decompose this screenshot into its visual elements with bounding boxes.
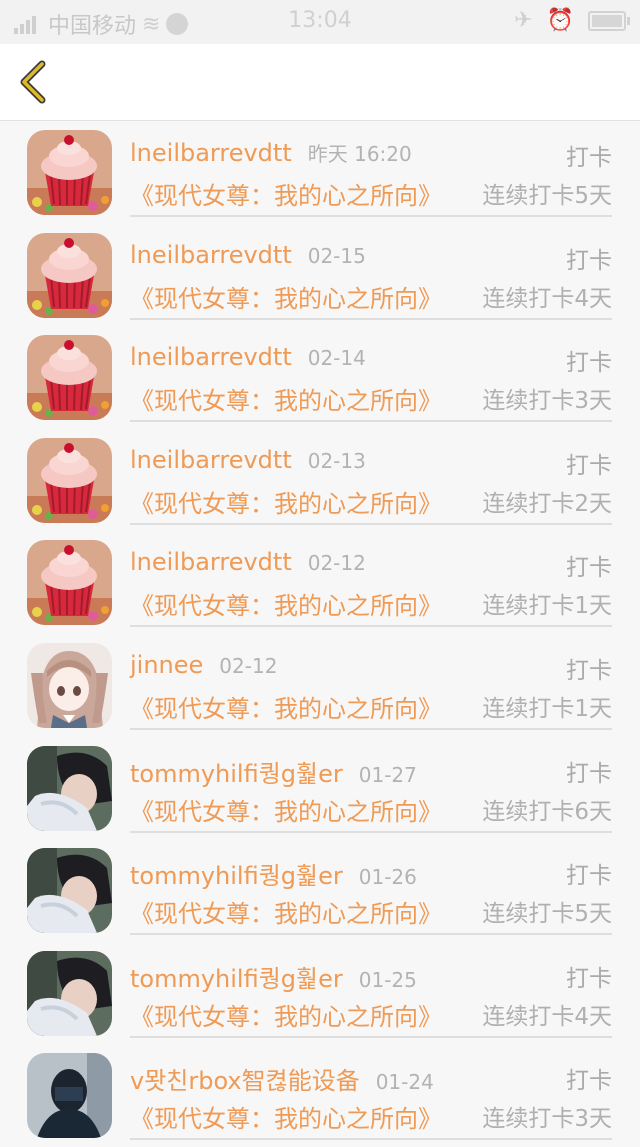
username[interactable]: lneilbarrevdtt — [130, 446, 292, 474]
chevron-left-icon — [20, 60, 46, 104]
battery-icon — [588, 10, 630, 31]
user-avatar[interactable] — [27, 1053, 112, 1139]
username[interactable]: lneilbarrevdtt — [130, 241, 292, 269]
streak-count: 连续打卡5天 — [482, 901, 612, 928]
streak-count: 连续打卡5天 — [482, 183, 612, 209]
checkin-tag: 打卡 — [566, 247, 612, 274]
checkin-date: 01-27 — [358, 762, 417, 787]
username[interactable]: lneilbarrevdtt — [130, 548, 292, 576]
user-avatar[interactable] — [27, 848, 112, 934]
streak-count: 连续打卡3天 — [482, 388, 612, 415]
checkin-tag: 打卡 — [566, 863, 612, 890]
checkin-tag: 打卡 — [566, 657, 612, 684]
checkin-row[interactable]: tommyhilfi퀑g훭er 01-25 打卡《现代女尊：我的心之所向》 连续打卡4… — [0, 942, 640, 1045]
book-title-link[interactable]: 《现代女尊：我的心之所向》 — [130, 381, 442, 416]
row-content: jinnee 02-12 打卡《现代女尊：我的心之所向》 连续打卡1天 — [130, 634, 612, 730]
checkin-row[interactable]: lneilbarrevdtt 02-15 打卡《现代女尊：我的心之所向》 连续打卡4天 — [0, 224, 640, 327]
book-title-link[interactable]: 《现代女尊：我的心之所向》 — [130, 586, 442, 621]
username-line: tommyhilfi퀑g훭er 01-25 — [130, 959, 417, 994]
streak-count: 连续打卡2天 — [482, 490, 612, 517]
checkin-row[interactable]: tommyhilfi퀑g훭er 01-26 打卡《现代女尊：我的心之所向》 连续打卡5… — [0, 839, 640, 942]
username[interactable]: jinnee — [130, 651, 203, 679]
user-avatar[interactable] — [27, 950, 112, 1036]
username[interactable]: v뫗친rbox智켢能设备 — [130, 1067, 360, 1095]
streak-count: 连续打卡6天 — [482, 798, 612, 825]
checkin-date: 02-13 — [307, 448, 366, 473]
username[interactable]: lneilbarrevdtt — [130, 139, 292, 167]
checkin-date: 01-24 — [375, 1070, 434, 1095]
book-title-link[interactable]: 《现代女尊：我的心之所向》 — [130, 279, 442, 314]
alarm-icon: ⏰ — [546, 8, 574, 33]
checkin-date: 02-15 — [307, 243, 366, 268]
checkin-tag: 打卡 — [566, 1068, 612, 1095]
username-line: lneilbarrevdtt 昨天 16:20 — [130, 138, 412, 167]
mute-icon: ✈ — [514, 8, 533, 33]
row-content: tommyhilfi퀑g훭er 01-26 打卡《现代女尊：我的心之所向》 连续打卡5… — [130, 839, 612, 936]
user-avatar[interactable] — [27, 232, 112, 318]
checkin-row[interactable]: lneilbarrevdtt 昨天 16:20 打卡《现代女尊：我的心之所向》 连续打… — [0, 121, 640, 224]
checkin-tag: 打卡 — [566, 760, 612, 787]
user-avatar[interactable] — [27, 335, 112, 421]
checkin-list: lneilbarrevdtt 昨天 16:20 打卡 《现代女尊：我的心之所向》 连续打… — [0, 121, 640, 1147]
username-line: lneilbarrevdtt 02-13 — [130, 446, 366, 474]
checkin-date: 02-12 — [219, 653, 278, 678]
streak-count: 连续打卡1天 — [482, 695, 612, 722]
streak-count: 连续打卡1天 — [482, 593, 612, 620]
row-content: tommyhilfi퀑g훭er 01-25 打卡《现代女尊：我的心之所向》 连续打卡4… — [130, 942, 612, 1038]
username-line: lneilbarrevdtt 02-15 — [130, 241, 366, 269]
back-button[interactable] — [14, 58, 58, 106]
checkin-date: 01-25 — [358, 967, 417, 992]
status-bar: 中国移动 ≋ 13:04 ✈ ⏰ — [0, 0, 640, 44]
book-title-link[interactable]: 《现代女尊：我的心之所向》 — [130, 1099, 442, 1134]
username-line: tommyhilfi퀑g훭er 01-26 — [130, 856, 417, 891]
row-content: lneilbarrevdtt 02-12 打卡《现代女尊：我的心之所向》 连续打卡1天 — [130, 531, 612, 628]
row-content: v뫗친rbox智켢能设备 01-24 打卡《现代女尊：我的心之所向》 连续打卡3天 — [130, 1044, 612, 1141]
nav-bar — [0, 44, 640, 121]
username[interactable]: tommyhilfi퀑g훭er — [130, 760, 343, 788]
book-title-link[interactable]: 《现代女尊：我的心之所向》 — [130, 792, 442, 827]
checkin-row[interactable]: lneilbarrevdtt 02-14 打卡《现代女尊：我的心之所向》 连续打卡3天 — [0, 326, 640, 429]
user-avatar[interactable] — [27, 437, 112, 523]
checkin-date: 02-14 — [307, 346, 366, 371]
user-avatar[interactable] — [27, 642, 112, 728]
book-title-link[interactable]: 《现代女尊：我的心之所向》 — [130, 176, 442, 211]
row-content: lneilbarrevdtt 02-14 打卡《现代女尊：我的心之所向》 连续打卡3天 — [130, 326, 612, 423]
row-content: lneilbarrevdtt 02-15 打卡《现代女尊：我的心之所向》 连续打卡4天 — [130, 224, 612, 320]
checkin-row[interactable]: tommyhilfi퀑g훭er 01-27 打卡《现代女尊：我的心之所向》 连续打卡6… — [0, 737, 640, 840]
checkin-tag: 打卡 — [566, 965, 612, 992]
user-avatar[interactable] — [27, 130, 112, 215]
username-line: lneilbarrevdtt 02-12 — [130, 548, 366, 576]
checkin-date: 02-12 — [307, 551, 366, 576]
checkin-tag: 打卡 — [566, 145, 612, 171]
streak-count: 连续打卡4天 — [482, 1003, 612, 1030]
user-avatar[interactable] — [27, 745, 112, 831]
username[interactable]: tommyhilfi퀑g훭er — [130, 965, 343, 993]
user-avatar[interactable] — [27, 540, 112, 626]
username[interactable]: tommyhilfi퀑g훭er — [130, 862, 343, 890]
book-title-link[interactable]: 《现代女尊：我的心之所向》 — [130, 997, 442, 1032]
status-right: ✈ ⏰ — [514, 8, 630, 33]
checkin-tag: 打卡 — [566, 452, 612, 479]
checkin-row[interactable]: v뫗친rbox智켢能设备 01-24 打卡《现代女尊：我的心之所向》 连续打卡3天 — [0, 1044, 640, 1147]
username-line: tommyhilfi퀑g훭er 01-27 — [130, 754, 417, 789]
row-content: lneilbarrevdtt 昨天 16:20 打卡《现代女尊：我的心之所向》 连续打… — [130, 121, 612, 217]
checkin-row[interactable]: lneilbarrevdtt 02-13 打卡《现代女尊：我的心之所向》 连续打卡2天 — [0, 429, 640, 532]
row-content: lneilbarrevdtt 02-13 打卡《现代女尊：我的心之所向》 连续打卡2天 — [130, 429, 612, 525]
username-line: lneilbarrevdtt 02-14 — [130, 343, 366, 371]
checkin-row[interactable]: jinnee 02-12 打卡《现代女尊：我的心之所向》 连续打卡1天 — [0, 634, 640, 737]
streak-count: 连续打卡4天 — [482, 285, 612, 312]
streak-count: 连续打卡3天 — [482, 1106, 612, 1133]
username-line: jinnee 02-12 — [130, 651, 277, 679]
checkin-tag: 打卡 — [566, 350, 612, 377]
row-content: tommyhilfi퀑g훭er 01-27 打卡《现代女尊：我的心之所向》 连续打卡6… — [130, 737, 612, 833]
checkin-row[interactable]: lneilbarrevdtt 02-12 打卡《现代女尊：我的心之所向》 连续打卡1天 — [0, 531, 640, 634]
username-line: v뫗친rbox智켢能设备 01-24 — [130, 1061, 434, 1096]
book-title-link[interactable]: 《现代女尊：我的心之所向》 — [130, 484, 442, 519]
checkin-date: 01-26 — [358, 865, 417, 890]
book-title-link[interactable]: 《现代女尊：我的心之所向》 — [130, 689, 442, 724]
book-title-link[interactable]: 《现代女尊：我的心之所向》 — [130, 894, 442, 929]
checkin-date: 昨天 16:20 — [307, 142, 412, 166]
checkin-tag: 打卡 — [566, 555, 612, 582]
username[interactable]: lneilbarrevdtt — [130, 343, 292, 371]
